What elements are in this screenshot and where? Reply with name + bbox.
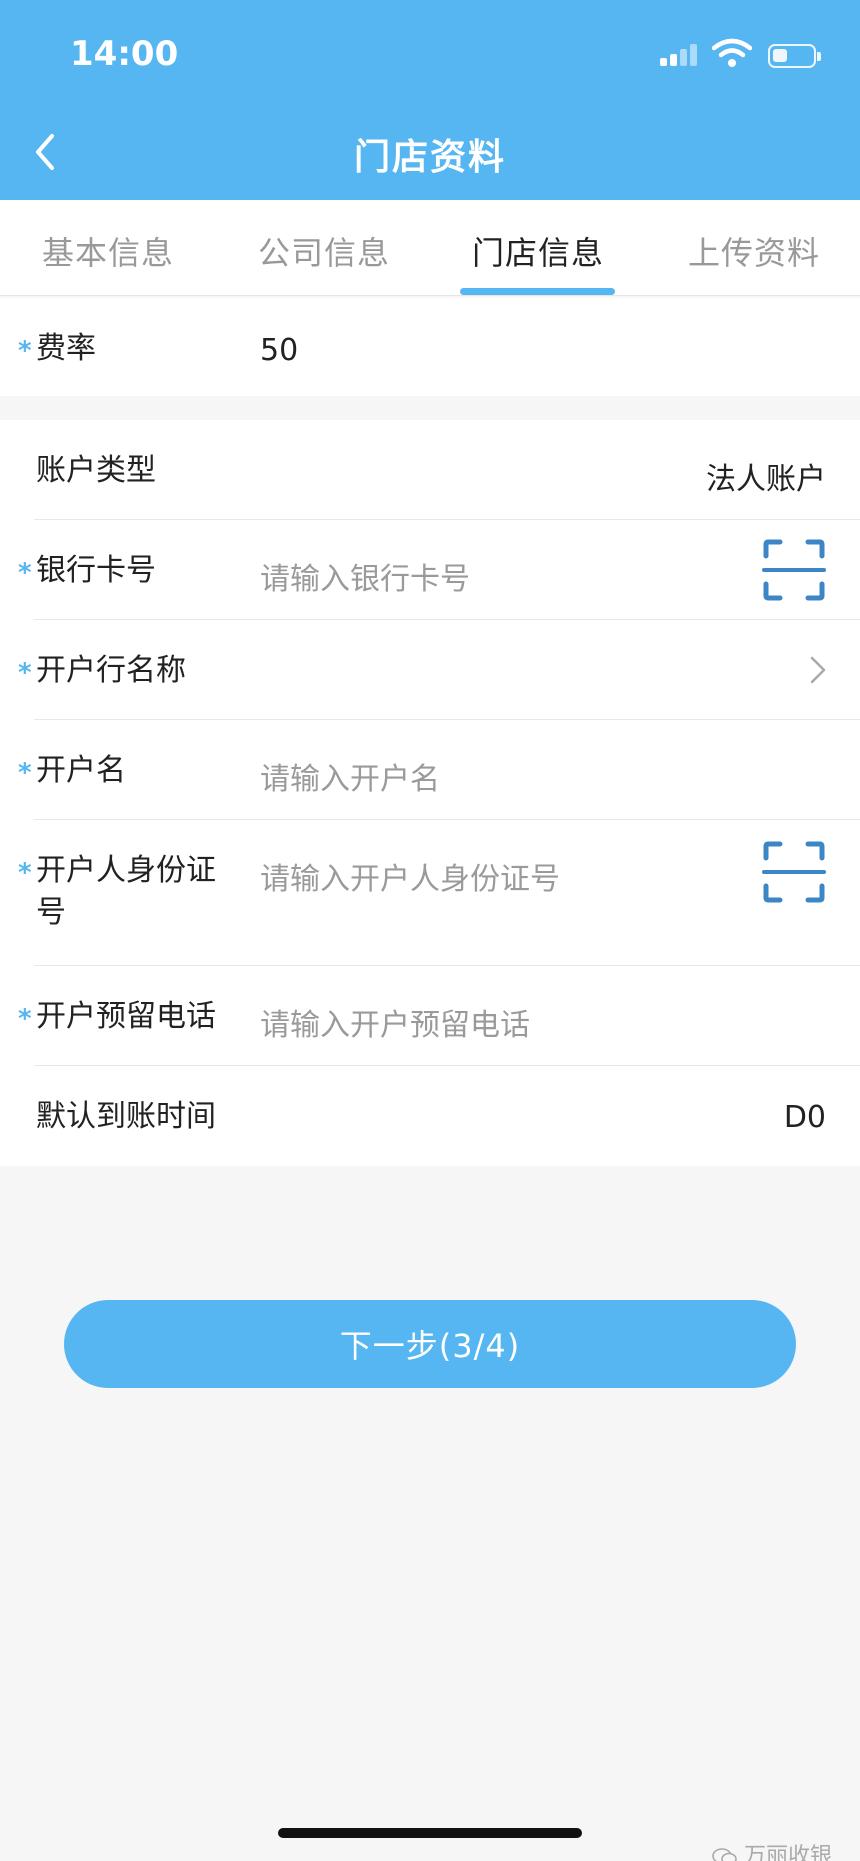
chevron-right-icon[interactable] bbox=[806, 652, 830, 688]
account-type-label: 账户类型 bbox=[36, 453, 156, 488]
account-name-label: 开户名 bbox=[36, 753, 126, 788]
required-mark: * bbox=[18, 336, 32, 366]
account-type-value[interactable]: 法人账户 bbox=[706, 454, 826, 498]
wechat-icon bbox=[712, 1848, 737, 1861]
required-mark: * bbox=[18, 1004, 32, 1034]
active-tab-indicator bbox=[460, 288, 615, 295]
watermark: 万丽收银 bbox=[712, 1838, 832, 1861]
reserved-phone-input[interactable]: 请输入开户预留电话 bbox=[260, 1000, 530, 1044]
scan-icon[interactable] bbox=[762, 538, 826, 602]
tab-upload-docs[interactable]: 上传资料 bbox=[688, 228, 820, 274]
account-section: 账户类型 法人账户 * 银行卡号 请输入银行卡号 * 开户行名称 * 开户名 请… bbox=[0, 420, 860, 1166]
rate-row: * 费率 50 bbox=[0, 298, 860, 396]
holder-id-label-line2: 号 bbox=[36, 895, 66, 930]
tab-basic-info[interactable]: 基本信息 bbox=[42, 228, 174, 274]
scan-icon[interactable] bbox=[762, 840, 826, 904]
bank-name-label: 开户行名称 bbox=[36, 653, 186, 688]
tab-company-info[interactable]: 公司信息 bbox=[258, 228, 390, 274]
bank-card-input[interactable]: 请输入银行卡号 bbox=[260, 554, 470, 598]
bank-card-label: 银行卡号 bbox=[36, 553, 156, 588]
reserved-phone-label: 开户预留电话 bbox=[36, 999, 216, 1034]
required-mark: * bbox=[18, 858, 32, 888]
status-icons bbox=[660, 36, 821, 72]
tab-bar: 基本信息 公司信息 门店信息 上传资料 bbox=[0, 200, 860, 296]
watermark-text: 万丽收银 bbox=[743, 1844, 832, 1861]
required-mark: * bbox=[18, 558, 32, 588]
settlement-time-value[interactable]: D0 bbox=[784, 1100, 826, 1135]
next-step-button[interactable]: 下一步(3/4) bbox=[64, 1300, 796, 1388]
battery-icon bbox=[768, 44, 821, 68]
rate-label: 费率 bbox=[36, 331, 96, 366]
holder-id-row: * 开户人身份证 号 请输入开户人身份证号 bbox=[0, 820, 860, 966]
tab-store-info[interactable]: 门店信息 bbox=[472, 228, 604, 274]
bank-card-row: * 银行卡号 请输入银行卡号 bbox=[0, 520, 860, 620]
holder-id-input[interactable]: 请输入开户人身份证号 bbox=[260, 854, 560, 898]
reserved-phone-row: * 开户预留电话 请输入开户预留电话 bbox=[0, 966, 860, 1066]
rate-section: * 费率 50 bbox=[0, 298, 860, 396]
status-time: 14:00 bbox=[70, 34, 179, 74]
bank-name-row[interactable]: * 开户行名称 bbox=[0, 620, 860, 720]
rate-value[interactable]: 50 bbox=[260, 333, 298, 368]
wifi-icon bbox=[712, 38, 752, 67]
signal-icon bbox=[660, 44, 700, 66]
required-mark: * bbox=[18, 658, 32, 688]
page-title: 门店资料 bbox=[353, 137, 506, 178]
home-indicator[interactable] bbox=[278, 1828, 582, 1838]
holder-id-label-line1: 开户人身份证 bbox=[36, 853, 216, 888]
settlement-time-label: 默认到账时间 bbox=[36, 1099, 216, 1134]
settlement-time-row[interactable]: 默认到账时间 D0 bbox=[0, 1066, 860, 1166]
account-type-row[interactable]: 账户类型 法人账户 bbox=[0, 420, 860, 520]
account-name-input[interactable]: 请输入开户名 bbox=[260, 754, 440, 798]
account-name-row: * 开户名 请输入开户名 bbox=[0, 720, 860, 820]
required-mark: * bbox=[18, 758, 32, 788]
app-header: 14:00 门店资料 bbox=[0, 0, 860, 200]
